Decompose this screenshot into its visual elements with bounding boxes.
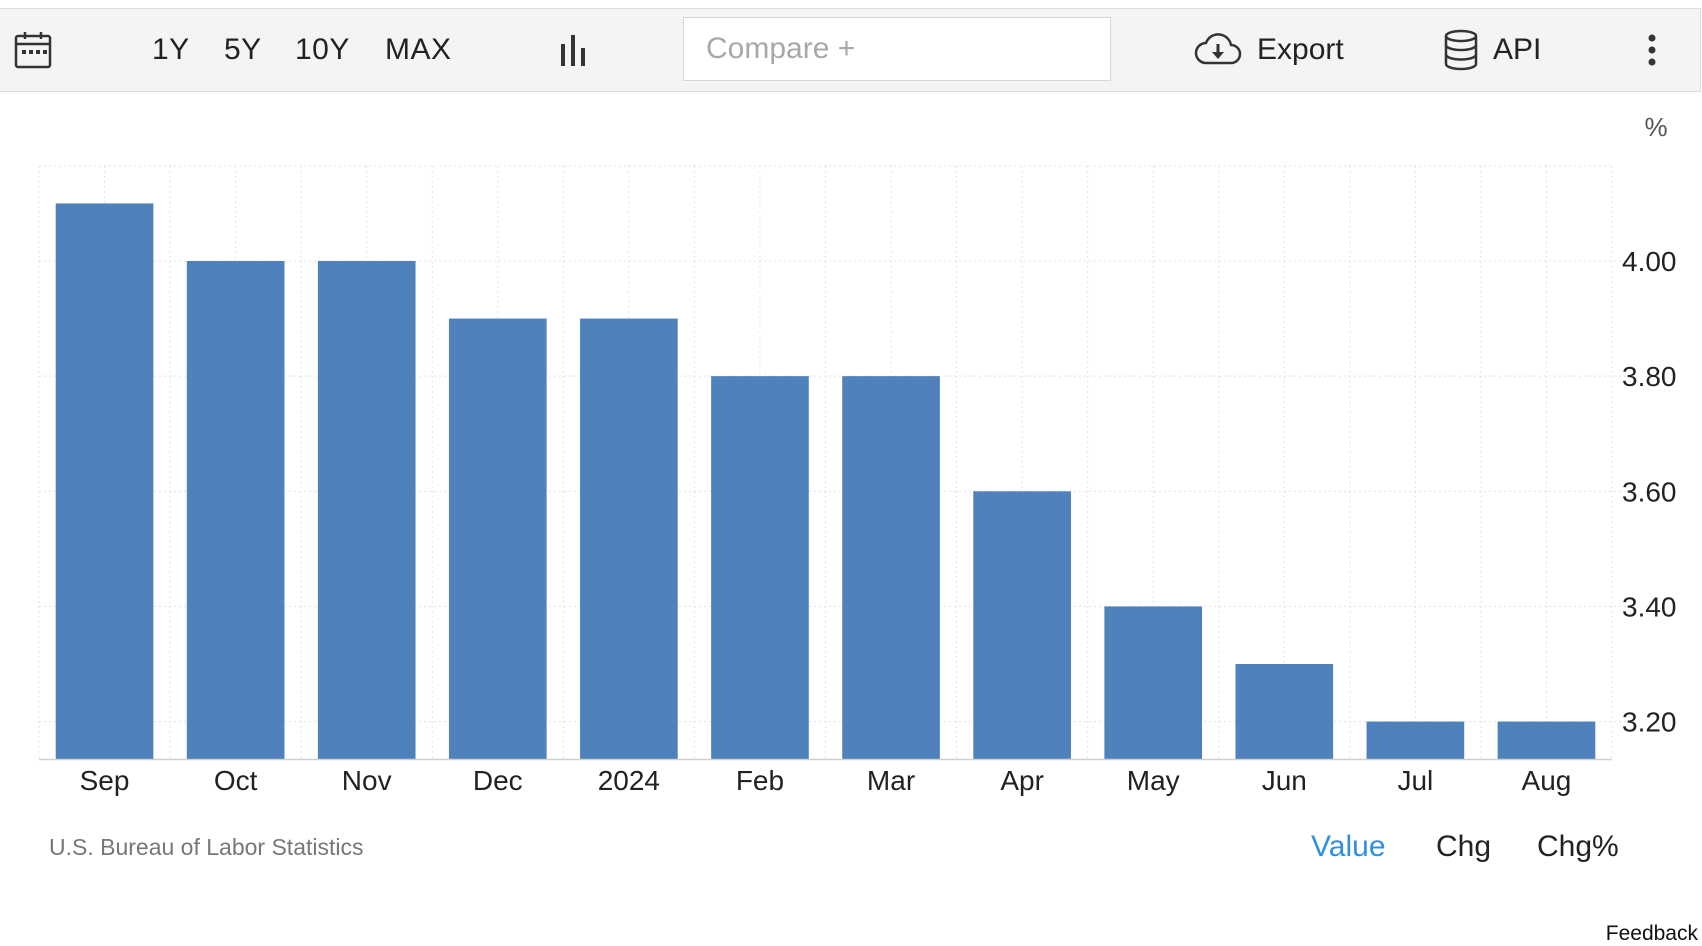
tab-chg[interactable]: Chg bbox=[1436, 830, 1491, 864]
compare-input[interactable] bbox=[704, 31, 1088, 67]
x-tick-label: Mar bbox=[867, 765, 915, 796]
x-tick-label: Apr bbox=[1000, 765, 1044, 796]
calendar-icon[interactable] bbox=[14, 9, 52, 91]
y-tick-label: 3.80 bbox=[1622, 361, 1677, 392]
y-tick-label: 3.20 bbox=[1622, 707, 1677, 738]
bar[interactable] bbox=[580, 318, 678, 759]
bar-chart: 3.20 3.40 3.60 3.80 4.00% Sep Oct Nov Dec 2024 Feb… bbox=[38, 112, 1677, 796]
cloud-download-icon bbox=[1194, 33, 1242, 65]
x-tick-label: Nov bbox=[342, 765, 392, 796]
more-vertical-icon[interactable] bbox=[1646, 9, 1658, 91]
bar[interactable] bbox=[1235, 664, 1334, 759]
x-tick-label: Aug bbox=[1522, 765, 1572, 796]
x-tick-label: Jun bbox=[1262, 765, 1307, 796]
export-label: Export bbox=[1257, 33, 1344, 66]
bar[interactable] bbox=[448, 318, 547, 759]
y-tick-label: 3.60 bbox=[1622, 476, 1677, 507]
x-tick-label: Jul bbox=[1397, 765, 1433, 796]
x-tick-label: Oct bbox=[214, 765, 258, 796]
y-tick-label: 4.00 bbox=[1622, 246, 1677, 277]
bar[interactable] bbox=[317, 260, 416, 759]
tab-chg-percent[interactable]: Chg% bbox=[1537, 830, 1619, 864]
compare-search-box bbox=[683, 17, 1111, 81]
range-1y-button[interactable]: 1Y bbox=[152, 9, 190, 91]
y-tick-label: 3.40 bbox=[1622, 591, 1677, 622]
database-icon bbox=[1444, 29, 1478, 71]
range-5y-button[interactable]: 5Y bbox=[224, 9, 262, 91]
bar[interactable] bbox=[186, 260, 285, 759]
tab-value[interactable]: Value bbox=[1311, 830, 1386, 864]
bar-chart-icon[interactable] bbox=[556, 9, 592, 91]
bar[interactable] bbox=[973, 491, 1071, 759]
bar[interactable] bbox=[1497, 721, 1596, 759]
range-max-button[interactable]: MAX bbox=[385, 9, 452, 91]
feedback-link[interactable]: Feedback bbox=[1606, 922, 1698, 946]
x-tick-label: Sep bbox=[80, 765, 130, 796]
bar[interactable] bbox=[55, 203, 154, 759]
bar[interactable] bbox=[1104, 606, 1203, 759]
bar[interactable] bbox=[711, 376, 809, 759]
source-label: U.S. Bureau of Labor Statistics bbox=[49, 834, 364, 860]
x-tick-label: 2024 bbox=[598, 765, 660, 796]
chart-toolbar: 1Y 5Y 10Y MAX Export API bbox=[0, 8, 1701, 92]
x-tick-label: May bbox=[1127, 765, 1180, 796]
x-tick-label: Dec bbox=[473, 765, 523, 796]
y-axis-unit-label: % bbox=[1644, 112, 1667, 142]
bar[interactable] bbox=[1366, 721, 1465, 759]
api-button[interactable]: API bbox=[1443, 9, 1541, 91]
export-button[interactable]: Export bbox=[1193, 9, 1344, 91]
x-tick-label: Feb bbox=[736, 765, 784, 796]
bar[interactable] bbox=[842, 376, 940, 759]
range-10y-button[interactable]: 10Y bbox=[295, 9, 350, 91]
api-label: API bbox=[1493, 33, 1542, 66]
